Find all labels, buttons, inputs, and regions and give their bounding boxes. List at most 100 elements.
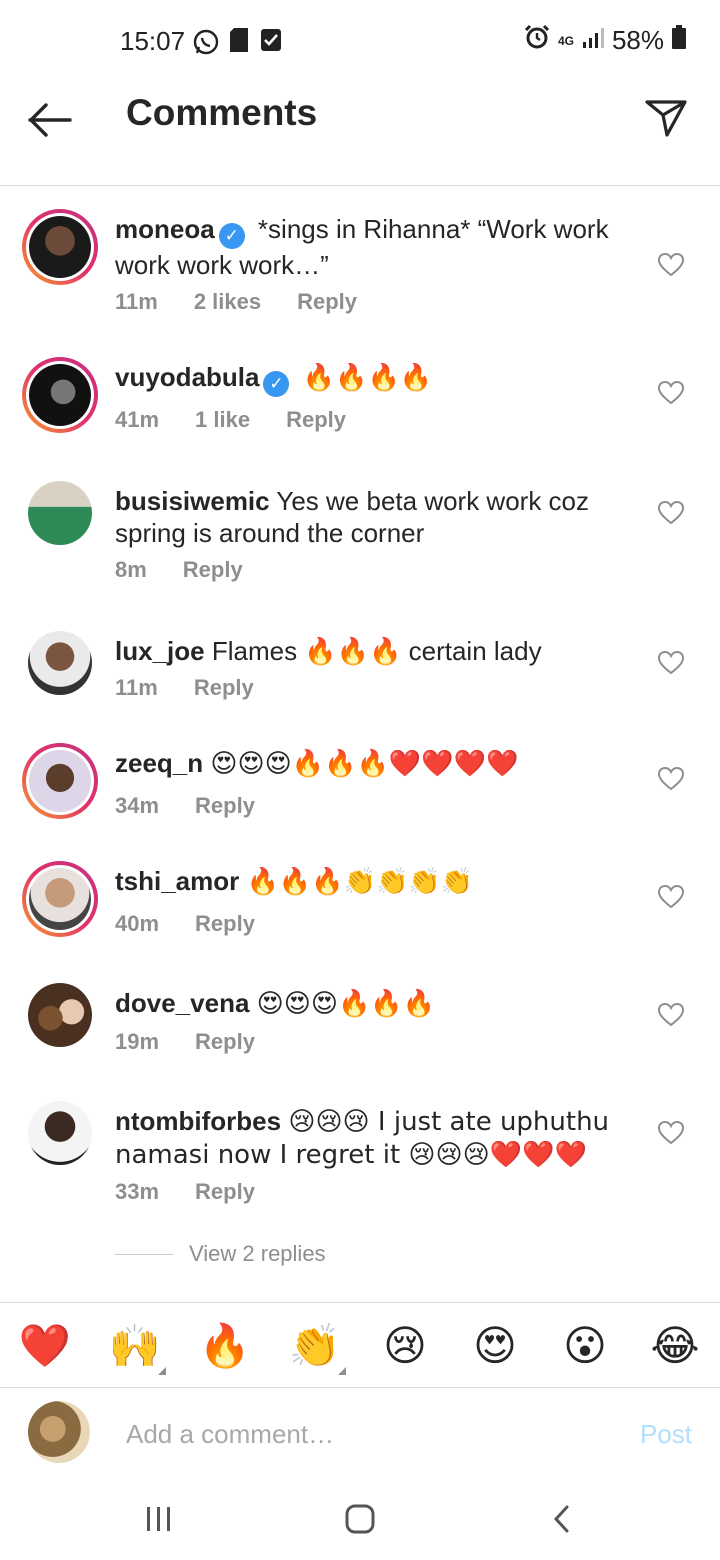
reply-button[interactable]: Reply — [195, 911, 255, 937]
comment-input[interactable] — [126, 1413, 606, 1455]
add-comment-bar: Post — [0, 1389, 720, 1481]
heart-emoji-button[interactable]: ❤️ — [18, 1319, 72, 1373]
system-nav-bar — [0, 1481, 720, 1560]
like-heart-icon[interactable] — [657, 650, 685, 677]
whatsapp-icon — [192, 28, 220, 61]
comment-time: 11m — [115, 289, 158, 314]
comment-text: tshi_amor 🔥🔥🔥👏👏👏👏 — [115, 865, 635, 898]
verified-badge-icon: ✓ — [263, 371, 290, 397]
reply-button[interactable]: Reply — [194, 675, 254, 701]
comment-meta: 11m 2 likes Reply — [115, 289, 357, 315]
back-nav-button[interactable] — [542, 1499, 582, 1539]
comment-text: busisiwemic Yes we beta work work coz sp… — [115, 485, 635, 549]
sd-card-icon — [230, 28, 248, 57]
paper-plane-icon — [645, 100, 687, 137]
raised-hands-emoji-button[interactable]: 🙌 — [108, 1319, 162, 1373]
status-time: 15:07 — [120, 26, 186, 56]
like-heart-icon[interactable] — [657, 1120, 685, 1147]
comment-time: 8m — [115, 557, 147, 582]
comment-text: ntombiforbes 😢😢😢 I just ate uphuthu nama… — [115, 1105, 635, 1171]
like-heart-icon[interactable] — [657, 766, 685, 793]
avatar[interactable] — [22, 743, 98, 819]
comment-likes[interactable]: 2 likes — [194, 289, 261, 315]
avatar[interactable] — [28, 983, 92, 1047]
comment-time: 19m — [115, 1029, 160, 1054]
comment-time: 11m — [115, 675, 158, 700]
surprised-emoji-button[interactable]: 😮 — [558, 1319, 612, 1373]
like-heart-icon[interactable] — [657, 1002, 685, 1029]
battery-icon — [672, 25, 686, 56]
post-button[interactable]: Post — [640, 1419, 692, 1450]
checkbox-notification-icon — [260, 28, 282, 57]
comment-username[interactable]: zeeq_n — [115, 748, 203, 778]
comment-content: 😍😍😍🔥🔥🔥❤️❤️❤️❤️ — [210, 749, 519, 779]
page-title: Comments — [126, 92, 318, 133]
recent-apps-button[interactable] — [139, 1499, 179, 1539]
back-button[interactable] — [24, 94, 76, 146]
like-heart-icon[interactable] — [657, 500, 685, 527]
clap-emoji-button[interactable]: 👏 — [288, 1319, 342, 1373]
laughing-emoji-button[interactable]: 😂 — [648, 1319, 702, 1373]
signal-icon — [582, 25, 604, 56]
avatar[interactable] — [28, 1101, 92, 1165]
view-replies-button[interactable]: View 2 replies — [115, 1241, 326, 1267]
comments-header: Comments — [0, 80, 720, 186]
recent-apps-icon — [147, 1507, 170, 1531]
home-icon — [345, 1504, 375, 1534]
reply-button[interactable]: Reply — [183, 557, 243, 583]
comment-time: 41m — [115, 407, 160, 432]
view-replies-line — [115, 1253, 173, 1255]
share-button[interactable] — [640, 92, 692, 144]
reply-button[interactable]: Reply — [195, 793, 255, 819]
comment-username[interactable]: busisiwemic — [115, 486, 270, 516]
comment-meta: 8m Reply — [115, 557, 243, 583]
comment-username[interactable]: tshi_amor — [115, 866, 239, 896]
arrow-left-icon — [28, 103, 72, 137]
like-heart-icon[interactable] — [657, 380, 685, 407]
view-replies-label: View 2 replies — [189, 1241, 326, 1266]
comment-content: 🔥🔥🔥🔥 — [302, 363, 433, 393]
chevron-left-icon — [553, 1505, 569, 1533]
comment-meta: 33m Reply — [115, 1179, 255, 1205]
skin-tone-indicator-icon — [338, 1367, 346, 1375]
skin-tone-indicator-icon — [158, 1367, 166, 1375]
reply-button[interactable]: Reply — [297, 289, 357, 315]
verified-badge-icon: ✓ — [218, 223, 245, 249]
comment-text: lux_joe Flames 🔥🔥🔥 certain lady — [115, 635, 635, 667]
comment-text: zeeq_n 😍😍😍🔥🔥🔥❤️❤️❤️❤️ — [115, 747, 635, 780]
comment-username[interactable]: dove_vena — [115, 988, 249, 1018]
avatar[interactable] — [28, 481, 92, 545]
avatar[interactable] — [22, 209, 98, 285]
reply-button[interactable]: Reply — [195, 1029, 255, 1055]
like-heart-icon[interactable] — [657, 252, 685, 279]
comment-username[interactable]: ntombiforbes — [115, 1106, 281, 1136]
comment-content: 🔥🔥🔥👏👏👏👏 — [246, 867, 474, 897]
comment-username[interactable]: moneoa — [115, 214, 215, 244]
comment-meta: 41m 1 like Reply — [115, 407, 346, 433]
reply-button[interactable]: Reply — [286, 407, 346, 433]
avatar[interactable] — [28, 631, 92, 695]
comment-text: dove_vena 😍😍😍🔥🔥🔥 — [115, 987, 635, 1020]
comment-likes[interactable]: 1 like — [195, 407, 250, 433]
crying-emoji-button[interactable]: 😢 — [378, 1319, 432, 1373]
heart-eyes-emoji-button[interactable]: 😍 — [468, 1319, 522, 1373]
comment-meta: 19m Reply — [115, 1029, 255, 1055]
reply-button[interactable]: Reply — [195, 1179, 255, 1205]
comment-username[interactable]: vuyodabula — [115, 362, 259, 392]
comment-time: 40m — [115, 911, 160, 936]
comment-text: moneoa ✓ *sings in Rihanna* “Work work wo… — [115, 213, 635, 281]
fire-emoji-button[interactable]: 🔥 — [198, 1319, 252, 1373]
home-button[interactable] — [340, 1499, 380, 1539]
like-heart-icon[interactable] — [657, 884, 685, 911]
avatar[interactable] — [22, 357, 98, 433]
comment-meta: 34m Reply — [115, 793, 255, 819]
avatar[interactable] — [22, 861, 98, 937]
comment-meta: 11m Reply — [115, 675, 254, 701]
battery-percent: 58% — [611, 25, 664, 55]
comment-time: 33m — [115, 1179, 160, 1204]
comment-text: vuyodabula ✓ 🔥🔥🔥🔥 — [115, 361, 635, 397]
comment-username[interactable]: lux_joe — [115, 636, 205, 666]
comment-content: 😍😍😍🔥🔥🔥 — [256, 989, 436, 1019]
network-type-label: 4G — [557, 33, 574, 48]
status-bar: 15:07 4G 58% — [0, 0, 720, 80]
